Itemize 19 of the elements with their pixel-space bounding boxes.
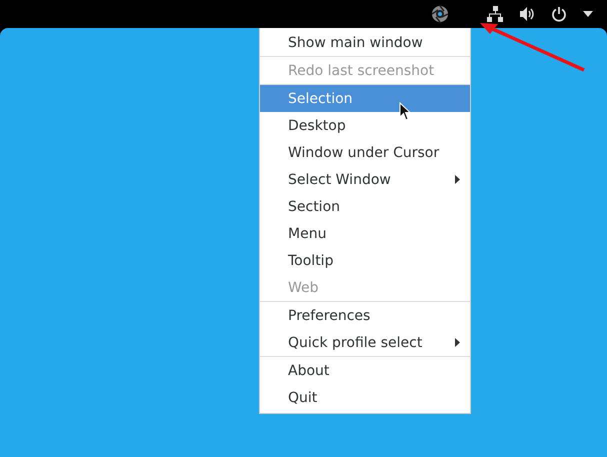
dropdown-caret-icon[interactable] [583, 11, 593, 17]
menu-item[interactable]: Desktop [260, 112, 470, 139]
menu-item[interactable]: Select Window [260, 166, 470, 193]
menu-item[interactable]: Menu [260, 220, 470, 247]
mouse-pointer-icon [399, 102, 411, 121]
menu-item[interactable]: Window under Cursor [260, 139, 470, 166]
menu-item[interactable]: Tooltip [260, 247, 470, 274]
submenu-arrow-icon [455, 338, 460, 347]
menu-item[interactable]: Section [260, 193, 470, 220]
volume-icon[interactable] [519, 6, 535, 22]
menu-item[interactable]: Quick profile select [260, 329, 470, 356]
submenu-arrow-icon [455, 175, 460, 184]
aperture-icon[interactable] [431, 5, 449, 23]
menu-item[interactable]: Show main window [260, 29, 470, 56]
menu-item[interactable]: Quit [260, 384, 470, 411]
menu-item[interactable]: About [260, 357, 470, 384]
network-icon[interactable] [487, 6, 503, 22]
power-icon[interactable] [551, 6, 567, 22]
menu-item[interactable]: Preferences [260, 302, 470, 329]
